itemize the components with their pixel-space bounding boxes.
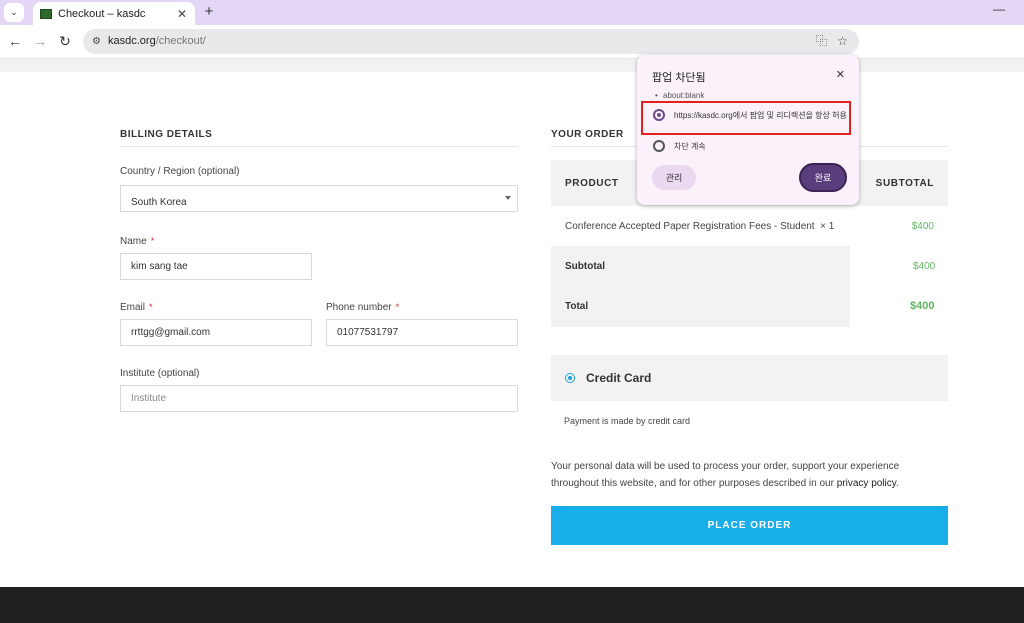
close-icon[interactable]: ✕ <box>174 7 190 21</box>
name-input[interactable]: kim sang tae <box>120 253 312 280</box>
product-column-header: PRODUCT <box>565 178 619 189</box>
billing-title: BILLING DETAILS <box>120 129 213 140</box>
browser-toolbar: ← → ↻ ⚙ kasdc.org/checkout/ ⿻ ☆ <box>0 25 1024 58</box>
total-value: $400 <box>910 300 935 312</box>
country-value: South Korea <box>131 197 187 208</box>
privacy-notice: Your personal data will be used to proce… <box>551 461 900 489</box>
institute-label: Institute (optional) <box>120 368 200 379</box>
site-info-icon[interactable]: ⚙ <box>90 35 103 48</box>
annotation-highlight-box <box>641 101 851 135</box>
order-item-name: Conference Accepted Paper Registration F… <box>565 221 835 232</box>
reload-icon[interactable]: ↻ <box>57 33 73 49</box>
block-option-label[interactable]: 차단 계속 <box>674 141 706 152</box>
translate-icon[interactable]: ⿻ <box>814 34 829 49</box>
subtotal-value: $400 <box>913 261 936 272</box>
page-header-strip <box>0 58 1024 72</box>
order-totals: Subtotal Total <box>551 246 850 327</box>
billing-divider <box>120 146 518 147</box>
url-text: kasdc.org/checkout/ <box>108 35 206 47</box>
total-label: Total <box>565 301 589 312</box>
forward-arrow-icon[interactable]: → <box>32 33 48 49</box>
institute-input[interactable]: Institute <box>120 385 518 412</box>
name-label: Name * <box>120 236 155 247</box>
table-row: Conference Accepted Paper Registration F… <box>551 206 948 246</box>
phone-input[interactable]: 01077531797 <box>326 319 518 346</box>
phone-label: Phone number * <box>326 302 400 313</box>
order-item-price: $400 <box>911 221 934 232</box>
payment-method-label: Credit Card <box>586 371 652 385</box>
browser-tab[interactable]: Checkout – kasdc ✕ <box>33 2 195 25</box>
site-favicon-icon <box>40 8 52 19</box>
radio-selected-icon[interactable] <box>565 373 575 383</box>
done-button[interactable]: 완료 <box>799 163 847 192</box>
tab-title: Checkout – kasdc <box>58 7 146 20</box>
payment-description: Payment is made by credit card <box>564 416 691 426</box>
email-label: Email * <box>120 302 153 313</box>
back-arrow-icon[interactable]: ← <box>7 33 23 49</box>
place-order-button[interactable]: PLACE ORDER <box>551 506 948 545</box>
close-icon[interactable]: ✕ <box>836 68 845 81</box>
manage-button[interactable]: 관리 <box>652 165 696 190</box>
order-title: YOUR ORDER <box>551 129 624 140</box>
email-input[interactable]: rrttgg@gmail.com <box>120 319 312 346</box>
privacy-policy-link[interactable]: privacy policy <box>837 478 896 489</box>
address-bar[interactable]: ⚙ kasdc.org/checkout/ ⿻ ☆ <box>83 29 859 54</box>
block-option-radio[interactable] <box>653 140 665 152</box>
country-label: Country / Region (optional) <box>120 166 240 177</box>
chevron-down-icon <box>505 196 511 200</box>
chevron-down-icon: ⌄ <box>10 7 18 17</box>
blocked-popup-link[interactable]: about:blank <box>655 91 704 100</box>
site-footer <box>0 587 1024 623</box>
new-tab-button[interactable]: + <box>200 3 218 21</box>
tab-search-button[interactable]: ⌄ <box>4 3 24 22</box>
dialog-title: 팝업 차단됨 <box>652 72 706 84</box>
minimize-button[interactable]: — <box>993 2 1005 16</box>
subtotal-label: Subtotal <box>565 261 605 272</box>
country-select[interactable]: South Korea <box>120 185 518 212</box>
payment-method-credit-card[interactable]: Credit Card <box>551 355 948 401</box>
star-icon[interactable]: ☆ <box>835 34 850 49</box>
tab-strip: ⌄ Checkout – kasdc ✕ + — <box>0 0 1024 25</box>
subtotal-column-header: SUBTOTAL <box>875 178 934 189</box>
